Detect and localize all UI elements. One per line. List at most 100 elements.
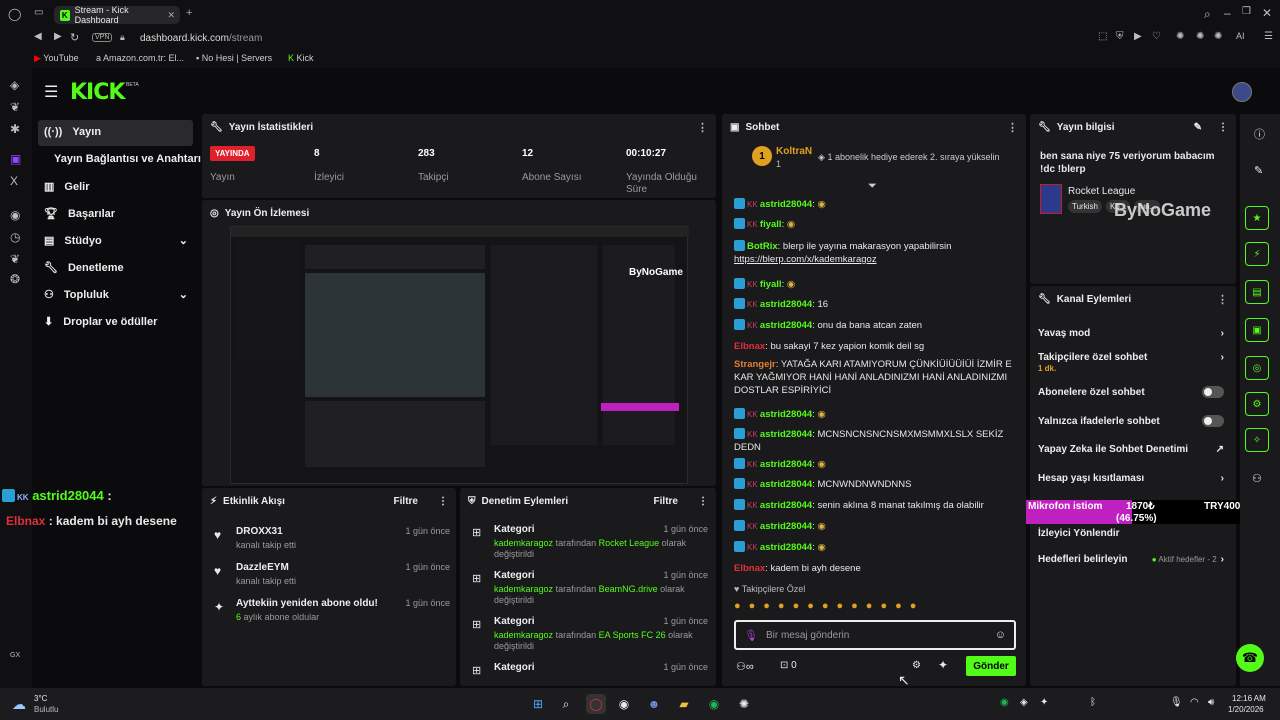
steam-icon[interactable]: ◉ bbox=[614, 694, 634, 714]
tool-button-broadcast-icon[interactable]: ◎ bbox=[1245, 356, 1269, 380]
browser-tab[interactable]: K Stream - Kick Dashboard ✕ bbox=[54, 5, 180, 25]
nav-item-stream-key[interactable]: Yayın Bağlantısı ve Anahtarı bbox=[54, 153, 201, 165]
tabs-icon[interactable]: ▭ bbox=[34, 7, 43, 18]
bookmark-kick[interactable]: K Kick bbox=[288, 53, 314, 63]
edit-icon[interactable]: ✎ bbox=[1254, 164, 1263, 177]
community-icon[interactable]: ⚇ bbox=[1252, 472, 1262, 485]
hamburger-menu-icon[interactable]: ☰ bbox=[44, 82, 58, 102]
chat-username[interactable]: Elbnax bbox=[734, 563, 765, 574]
volume-icon[interactable]: 🔊︎ bbox=[1208, 697, 1214, 708]
emoji-icon[interactable]: ☺ bbox=[995, 629, 1006, 641]
nav-item-topluluk[interactable]: ⚇ Topluluk ⌄ bbox=[44, 288, 188, 302]
action-account-age[interactable]: Hesap yaşı kısıtlaması › bbox=[1038, 473, 1224, 484]
edit-icon[interactable]: ✎ bbox=[1194, 122, 1202, 133]
shield-icon[interactable]: ⛨ bbox=[1116, 31, 1124, 42]
maximize-icon[interactable]: ❐ bbox=[1242, 6, 1251, 17]
sidebar-app-icon[interactable]: ✱ bbox=[10, 122, 20, 136]
more-icon[interactable]: ⋮ bbox=[697, 121, 708, 134]
tag[interactable]: Turkish bbox=[1068, 200, 1102, 213]
twitch-icon[interactable]: ▣ bbox=[10, 152, 21, 166]
collaborators-icon[interactable]: ⚇∞ bbox=[736, 660, 754, 673]
ai-icon[interactable]: AI bbox=[1236, 31, 1245, 41]
chat-username[interactable]: fiyall bbox=[760, 219, 782, 230]
tray-icon[interactable]: ✦ bbox=[1040, 697, 1048, 708]
filter-button[interactable]: Filtre bbox=[654, 496, 678, 507]
more-icon[interactable]: ⋮ bbox=[698, 496, 708, 507]
stream-preview-video[interactable]: ByNoGame bbox=[230, 226, 689, 484]
tool-button-bolt-icon[interactable]: ⚡︎ bbox=[1245, 242, 1269, 266]
folder-icon[interactable]: ▰ bbox=[674, 694, 694, 714]
help-button[interactable]: ☎ bbox=[1236, 644, 1264, 672]
forward-icon[interactable]: ▶ bbox=[54, 31, 62, 42]
minimize-icon[interactable]: – bbox=[1224, 6, 1231, 20]
send-button[interactable]: Gönder bbox=[966, 656, 1016, 676]
moderation-tools-icon[interactable]: ✦ bbox=[938, 658, 948, 672]
scroll-down-icon[interactable]: ⏷ bbox=[868, 180, 877, 193]
pinned-user[interactable]: KoltraN bbox=[776, 146, 812, 157]
opera-gx-icon[interactable]: ◯ bbox=[8, 7, 21, 21]
extension-icon[interactable]: ✺ bbox=[1214, 31, 1222, 42]
spotify-icon[interactable]: ◉ bbox=[704, 694, 724, 714]
tool-button-chat-icon[interactable]: ▣ bbox=[1245, 318, 1269, 342]
chat-link[interactable]: https://blerp.com/x/kademkaragoz bbox=[734, 254, 877, 265]
discord-icon[interactable]: ☻ bbox=[644, 694, 664, 714]
more-icon[interactable]: ⋮ bbox=[1007, 121, 1018, 134]
heart-icon[interactable]: ♡ bbox=[1152, 31, 1161, 42]
vpn-badge[interactable]: VPN bbox=[92, 33, 113, 42]
address-input[interactable]: dashboard.kick.com/stream bbox=[140, 33, 262, 44]
nav-item-denetleme[interactable]: 🔧︎ Denetleme bbox=[44, 261, 124, 275]
spotify-icon[interactable]: ◉ bbox=[10, 208, 20, 222]
settings-icon[interactable]: ⚙ bbox=[912, 660, 921, 671]
chat-username[interactable]: astrid28044 bbox=[760, 500, 812, 511]
start-icon[interactable]: ⊞ bbox=[528, 694, 548, 714]
nav-item-gelir[interactable]: ▥ Gelir bbox=[44, 180, 89, 194]
chat-input[interactable]: 🎙︎ Bir mesaj gönderin ☺ bbox=[734, 620, 1016, 650]
action-subscribers-only[interactable]: Abonelere özel sohbet bbox=[1038, 386, 1224, 398]
nav-item-studyo[interactable]: ▤ Stüdyo ⌄ bbox=[44, 234, 188, 248]
tray-icon[interactable]: ◈ bbox=[1020, 697, 1028, 708]
tool-button-star-icon[interactable]: ★ bbox=[1245, 206, 1269, 230]
sidebar-app-icon[interactable]: ❦ bbox=[10, 100, 20, 114]
tool-button-document-icon[interactable]: ▤ bbox=[1245, 280, 1269, 304]
clock-time[interactable]: 12:16 AM bbox=[1232, 694, 1266, 703]
history-icon[interactable]: ◷ bbox=[10, 230, 20, 244]
window-close-icon[interactable]: ✕ bbox=[1262, 6, 1272, 20]
chat-username[interactable]: astrid28044 bbox=[760, 459, 812, 470]
bookmark-youtube[interactable]: ▶ YouTube bbox=[34, 53, 79, 64]
chat-username[interactable]: astrid28044 bbox=[760, 479, 812, 490]
chat-username[interactable]: astrid28044 bbox=[760, 542, 812, 553]
filter-button[interactable]: Filtre bbox=[394, 496, 418, 507]
tool-button-settings-icon[interactable]: ⚙ bbox=[1245, 392, 1269, 416]
chat-username[interactable]: astrid28044 bbox=[760, 199, 812, 210]
weather-temp[interactable]: 3°C bbox=[34, 694, 47, 703]
play-icon[interactable]: ▶ bbox=[1134, 31, 1142, 42]
chat-username[interactable]: fiyall bbox=[760, 279, 782, 290]
menu-icon[interactable]: ☰ bbox=[1264, 31, 1273, 42]
action-raid[interactable]: İzleyici Yönlendir bbox=[1038, 528, 1224, 539]
toggle-switch[interactable] bbox=[1202, 415, 1224, 427]
chat-username[interactable]: astrid28044 bbox=[760, 409, 812, 420]
search-icon[interactable]: ⌕ bbox=[556, 694, 576, 714]
sidebar-app-icon[interactable]: ◈ bbox=[10, 78, 19, 92]
search-icon[interactable]: ⌕ bbox=[1204, 7, 1211, 22]
avatar[interactable] bbox=[1232, 82, 1252, 102]
sidebar-app-icon[interactable]: ❦ bbox=[10, 252, 20, 266]
new-tab-button[interactable]: + bbox=[186, 7, 192, 19]
toggle-switch[interactable] bbox=[1202, 386, 1224, 398]
mic-icon[interactable]: 🎙︎ bbox=[1170, 697, 1183, 708]
nav-item-droplar[interactable]: ⬇ Droplar ve ödüller bbox=[44, 315, 157, 329]
chat-username[interactable]: Strangejr bbox=[734, 359, 776, 370]
screenshot-icon[interactable]: ⬚ bbox=[1098, 31, 1107, 42]
chat-username[interactable]: astrid28044 bbox=[760, 521, 812, 532]
x-icon[interactable]: X bbox=[10, 174, 18, 188]
action-slow-mode[interactable]: Yavaş mod › bbox=[1038, 328, 1224, 339]
sidebar-app-icon[interactable]: ❂ bbox=[10, 272, 20, 286]
chat-username[interactable]: astrid28044 bbox=[760, 320, 812, 331]
app-icon[interactable]: ✺ bbox=[734, 694, 754, 714]
action-followers-only[interactable]: Takipçilere özel sohbet 1 dk. › bbox=[1038, 352, 1224, 374]
close-tab-icon[interactable]: ✕ bbox=[167, 10, 175, 21]
chat-username[interactable]: BotRix bbox=[747, 241, 778, 252]
nav-item-yayin[interactable]: ((·)) Yayın bbox=[44, 126, 101, 138]
action-ai-moderation[interactable]: Yapay Zeka ile Sohbet Denetimi ↗ bbox=[1038, 444, 1224, 455]
extension-icon[interactable]: ✺ bbox=[1176, 31, 1184, 42]
